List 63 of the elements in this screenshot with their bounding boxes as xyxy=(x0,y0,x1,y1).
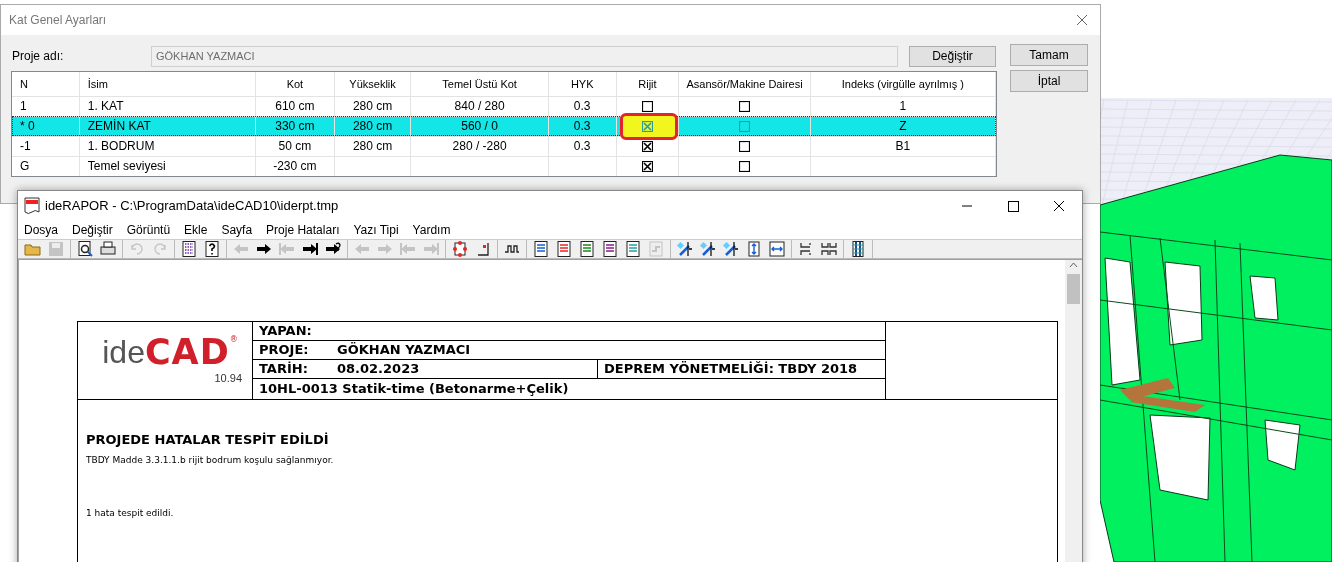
menu-item[interactable]: Sayfa xyxy=(221,221,253,239)
menu-item[interactable]: Değiştir xyxy=(72,221,113,239)
scrollbar[interactable] xyxy=(1065,260,1082,562)
table-row[interactable]: 1 1. KAT 610 cm 280 cm 840 / 280 0.3 1 xyxy=(12,96,996,116)
checkbox[interactable] xyxy=(641,101,653,112)
scroll-up-icon[interactable] xyxy=(1069,262,1078,268)
menu-item[interactable]: Dosya xyxy=(24,221,58,239)
pencil-icon[interactable] xyxy=(722,240,740,258)
table-cell: G xyxy=(12,157,80,176)
field-value: 08.02.2023 xyxy=(337,360,420,378)
menu-item[interactable]: Yazı Tipi xyxy=(353,221,399,239)
close-icon[interactable] xyxy=(1076,14,1088,26)
calculator-icon[interactable] xyxy=(180,240,198,258)
page-dots-icon[interactable] xyxy=(451,240,469,258)
checkbox[interactable] xyxy=(739,141,751,152)
checkbox[interactable] xyxy=(641,161,653,172)
menu-item[interactable]: Yardım xyxy=(412,221,451,239)
print-preview-icon[interactable] xyxy=(76,240,94,258)
menu-item[interactable]: Ekle xyxy=(184,221,208,239)
checkbox[interactable] xyxy=(641,121,653,132)
menu-item[interactable]: Proje Hataları xyxy=(266,221,340,239)
arrow-to-end-icon[interactable] xyxy=(301,240,319,258)
field-label: TARİH: xyxy=(259,360,309,378)
field-value: DEPREM YÖNETMELİĞİ: TBDY 2018 xyxy=(603,360,858,378)
horizontal-arrows-icon[interactable] xyxy=(768,240,786,258)
vertical-arrows-icon[interactable] xyxy=(745,240,763,258)
ok-button[interactable]: Tamam xyxy=(1010,44,1088,66)
project-name-field[interactable]: GÖKHAN YAZMACI xyxy=(151,45,898,67)
field-label: PROJE: xyxy=(259,341,310,359)
menu-item[interactable]: Görüntü xyxy=(126,221,171,239)
page-icon[interactable] xyxy=(555,240,573,258)
pencil-icon[interactable] xyxy=(699,240,717,258)
scrollbar-thumb[interactable] xyxy=(1067,274,1080,304)
window-title: Kat Genel Ayarları xyxy=(9,12,107,29)
change-button[interactable]: Değiştir xyxy=(909,45,996,67)
report-text: TBDY Madde 3.3.1.1.b rijit bodrum koşulu sağlanmıyor. xyxy=(86,453,335,467)
page-icon[interactable] xyxy=(601,240,619,258)
document-icon xyxy=(24,197,40,215)
report-text: 1 hata tespit edildi. xyxy=(86,507,175,520)
help-icon[interactable] xyxy=(203,240,221,258)
grid-page-icon[interactable] xyxy=(624,240,642,258)
page-icon[interactable] xyxy=(578,240,596,258)
table-cell: -230 cm xyxy=(256,157,335,176)
pencil-icon[interactable] xyxy=(676,240,694,258)
checkbox[interactable] xyxy=(739,101,751,112)
table-cell: Temel seviyesi xyxy=(79,157,257,176)
double-bracket-icon[interactable] xyxy=(820,240,838,258)
checkbox[interactable] xyxy=(739,161,751,172)
checkbox[interactable] xyxy=(739,121,751,132)
window-title: ideRAPOR - C:\ProgramData\ideCAD10\iderpt.tmp xyxy=(45,197,339,216)
field-label: YAPAN: xyxy=(259,323,312,338)
field-value: GÖKHAN YAZMACI xyxy=(337,341,471,359)
printer-icon[interactable] xyxy=(99,240,117,258)
checkbox[interactable] xyxy=(641,141,653,152)
field-label: Proje adı: xyxy=(12,48,65,65)
report-heading: PROJEDE HATALAR TESPİT EDİLDİ xyxy=(86,431,330,449)
cancel-button[interactable]: İptal xyxy=(1010,70,1088,92)
table-row[interactable]: G Temel seviyesi -230 cm xyxy=(12,156,996,176)
logo: ideCAD® 10.94 xyxy=(78,322,253,399)
field-value: 10HL-0013 Statik-time (Betonarme+Çelik) xyxy=(259,381,569,396)
page-icon[interactable] xyxy=(532,240,550,258)
column-grid-icon[interactable] xyxy=(849,240,867,258)
table-row[interactable]: -1 1. BODRUM 50 cm 280 cm 280 / -280 0.3 B1 xyxy=(12,136,996,156)
